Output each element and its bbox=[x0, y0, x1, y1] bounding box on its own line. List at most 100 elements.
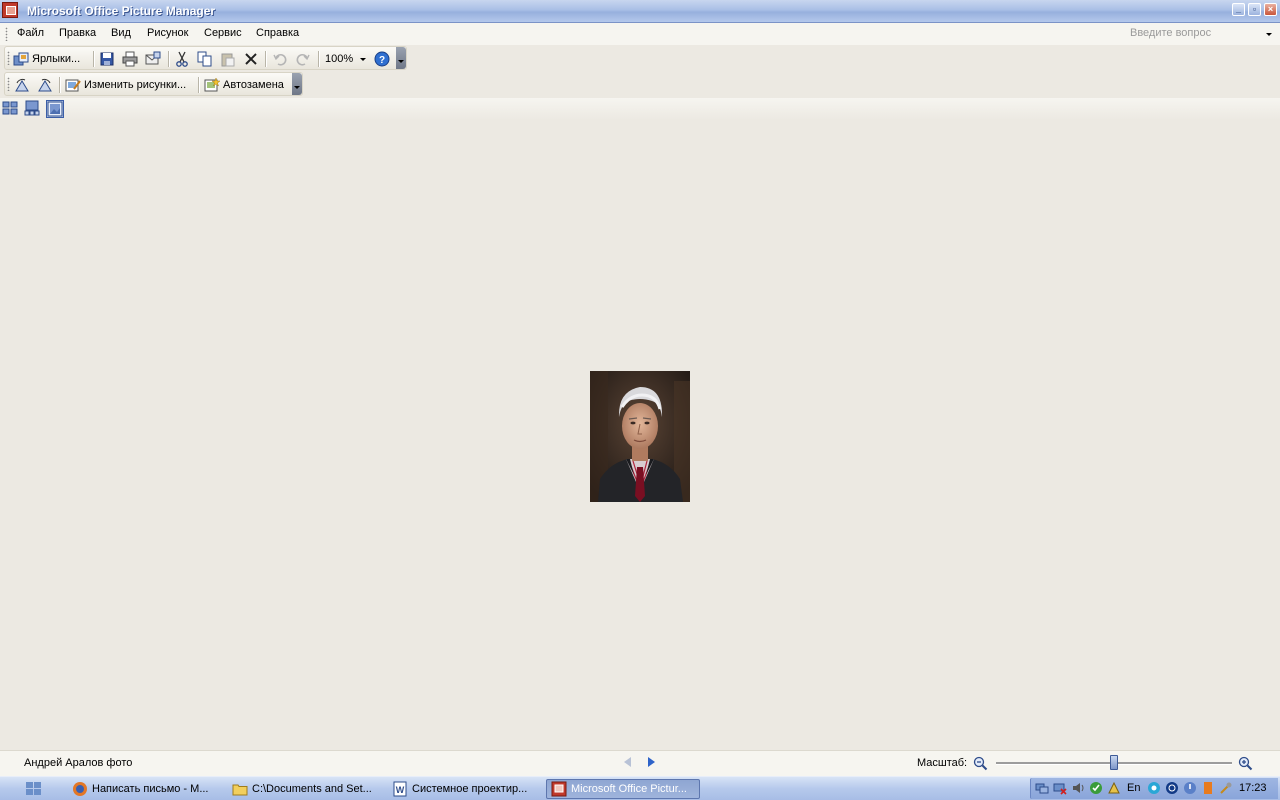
zoom-select[interactable]: 100% bbox=[325, 50, 369, 68]
redo-button[interactable] bbox=[295, 50, 311, 68]
rotate-left-icon bbox=[14, 77, 30, 93]
media-icon[interactable] bbox=[1165, 781, 1179, 795]
delete-button[interactable] bbox=[243, 50, 259, 68]
tools-icon[interactable] bbox=[1219, 781, 1233, 795]
menu-view[interactable]: Вид bbox=[111, 27, 131, 39]
toolbar-options-button[interactable] bbox=[396, 47, 406, 69]
filmstrip-view-button[interactable] bbox=[24, 100, 42, 118]
network-icon[interactable] bbox=[1035, 781, 1049, 795]
system-tray: En 17:23 bbox=[1030, 778, 1278, 799]
email-button[interactable] bbox=[145, 50, 161, 68]
close-button[interactable]: × bbox=[1264, 3, 1277, 16]
redo-icon bbox=[295, 51, 311, 67]
single-picture-view-button[interactable] bbox=[46, 100, 64, 118]
toolbar-separator bbox=[168, 51, 170, 67]
menu-file[interactable]: Файл bbox=[17, 27, 44, 39]
shortcuts-button[interactable]: Ярлыки... bbox=[13, 50, 80, 68]
main-picture[interactable] bbox=[590, 371, 690, 502]
zoom-slider-thumb[interactable] bbox=[1110, 755, 1118, 770]
menu-tools[interactable]: Сервис bbox=[204, 27, 242, 39]
menu-bar: Файл Правка Вид Рисунок Сервис Справка В… bbox=[0, 23, 1280, 45]
speaker-icon[interactable] bbox=[1071, 781, 1085, 795]
copy-button[interactable] bbox=[197, 50, 213, 68]
menu-edit[interactable]: Правка bbox=[59, 27, 96, 39]
taskbar: Написать письмо - М... C:\Documents and … bbox=[0, 776, 1280, 800]
help-icon: ? bbox=[374, 51, 390, 67]
taskbar-item-label: Написать письмо - М... bbox=[92, 783, 209, 795]
rotate-left-button[interactable] bbox=[14, 76, 30, 94]
paste-button[interactable] bbox=[220, 50, 236, 68]
rotate-right-button[interactable] bbox=[37, 76, 53, 94]
cut-icon bbox=[174, 51, 190, 67]
picture-manager-icon bbox=[551, 781, 567, 797]
network-disconnected-icon[interactable] bbox=[1053, 781, 1067, 795]
messenger-icon[interactable] bbox=[1147, 781, 1161, 795]
help-question-input[interactable]: Введите вопрос bbox=[1130, 27, 1276, 42]
taskbar-item-word[interactable]: W Системное проектир... bbox=[388, 779, 538, 799]
title-bar: Microsoft Office Picture Manager _ ▫ × bbox=[0, 0, 1280, 23]
start-button[interactable] bbox=[0, 777, 64, 800]
antivirus-icon[interactable] bbox=[1089, 781, 1103, 795]
folder-icon bbox=[232, 784, 248, 796]
thumbnail-view-button[interactable] bbox=[2, 100, 20, 118]
menu-help[interactable]: Справка bbox=[256, 27, 299, 39]
menu-picture[interactable]: Рисунок bbox=[147, 27, 189, 39]
svg-text:W: W bbox=[396, 785, 405, 795]
cut-button[interactable] bbox=[174, 50, 190, 68]
windows-logo-icon bbox=[26, 782, 41, 795]
standard-toolbar: Ярлыки... 100% ? bbox=[4, 46, 407, 70]
next-picture-button[interactable] bbox=[648, 757, 655, 767]
undo-icon bbox=[272, 51, 288, 67]
autocorrect-icon bbox=[204, 77, 221, 93]
toolbar-separator bbox=[93, 51, 95, 67]
firefox-icon bbox=[73, 782, 87, 796]
edit-pictures-icon bbox=[65, 77, 81, 93]
taskbar-item-label: Системное проектир... bbox=[412, 783, 528, 795]
thumbnail-view-icon bbox=[2, 101, 18, 115]
autocorrect-label: Автозамена bbox=[223, 79, 284, 91]
help-button[interactable]: ? bbox=[374, 50, 390, 68]
chevron-down-icon[interactable] bbox=[1266, 33, 1272, 36]
portrait-photo bbox=[590, 371, 690, 502]
copy-icon bbox=[197, 51, 213, 67]
toolbar-separator bbox=[59, 77, 61, 93]
window-title: Microsoft Office Picture Manager bbox=[27, 4, 216, 18]
office-icon[interactable] bbox=[1201, 781, 1215, 795]
connection-icon[interactable] bbox=[1107, 781, 1121, 795]
rotate-right-icon bbox=[37, 77, 53, 93]
taskbar-item-picture-manager[interactable]: Microsoft Office Pictur... bbox=[546, 779, 700, 799]
word-document-icon: W bbox=[393, 781, 407, 797]
picture-file-name: Андрей Аралов фото bbox=[24, 757, 133, 769]
previous-picture-button[interactable] bbox=[624, 757, 631, 767]
toolbar-grip[interactable] bbox=[7, 77, 10, 91]
shortcuts-label: Ярлыки... bbox=[32, 53, 81, 65]
chevron-down-icon bbox=[360, 57, 367, 61]
email-icon bbox=[145, 51, 161, 67]
zoom-label: Масштаб: bbox=[917, 757, 968, 769]
view-switcher bbox=[0, 98, 1280, 120]
zoom-out-icon bbox=[973, 756, 988, 771]
edit-pictures-button[interactable]: Изменить рисунки... bbox=[65, 76, 186, 94]
taskbar-item-explorer[interactable]: C:\Documents and Set... bbox=[228, 779, 378, 799]
zoom-in-button[interactable] bbox=[1238, 756, 1253, 774]
power-icon[interactable] bbox=[1183, 781, 1197, 795]
save-button[interactable] bbox=[99, 50, 115, 68]
print-button[interactable] bbox=[122, 50, 138, 68]
minimize-button[interactable]: _ bbox=[1232, 3, 1245, 16]
zoom-out-button[interactable] bbox=[973, 756, 988, 774]
edit-pictures-label: Изменить рисунки... bbox=[84, 79, 187, 91]
language-indicator[interactable]: En bbox=[1127, 782, 1140, 794]
taskbar-item-firefox[interactable]: Написать письмо - М... bbox=[68, 779, 218, 799]
menu-grip[interactable] bbox=[5, 27, 8, 41]
save-icon bbox=[99, 51, 115, 67]
paste-icon bbox=[220, 51, 236, 67]
toolbar-separator bbox=[318, 51, 320, 67]
clock[interactable]: 17:23 bbox=[1239, 782, 1267, 794]
toolbar-grip[interactable] bbox=[7, 51, 10, 65]
autocorrect-button[interactable]: Автозамена bbox=[204, 76, 284, 94]
undo-button[interactable] bbox=[272, 50, 288, 68]
restore-button[interactable]: ▫ bbox=[1248, 3, 1261, 16]
toolbar-options-button[interactable] bbox=[292, 73, 302, 95]
filmstrip-view-icon bbox=[24, 100, 40, 116]
picture-manager-app-icon[interactable] bbox=[2, 2, 18, 18]
